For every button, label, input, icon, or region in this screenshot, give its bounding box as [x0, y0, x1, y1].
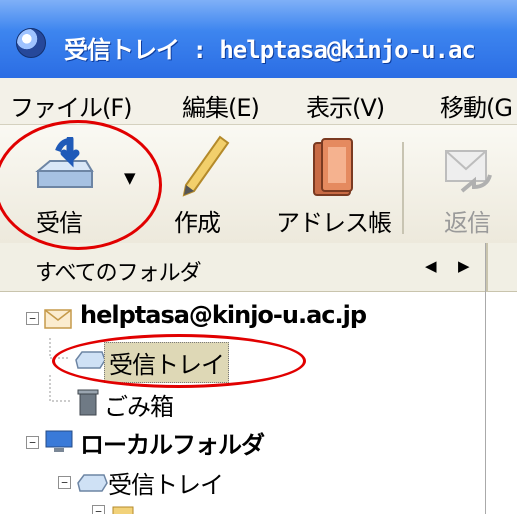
- tree-trash[interactable]: ごみ箱: [0, 375, 485, 421]
- reply-icon: [445, 150, 492, 193]
- toolbar-separator: [402, 142, 404, 234]
- thunderbird-app-icon: [16, 28, 46, 58]
- trash-label: ごみ箱: [104, 393, 174, 421]
- addressbook-label: アドレス帳: [276, 209, 392, 237]
- tree-connector-2: [49, 375, 70, 402]
- thread-pane-header: [486, 243, 517, 292]
- tree-local-inbox[interactable]: − 受信トレイ: [0, 461, 485, 501]
- folder-icon: [112, 506, 134, 514]
- collapse-icon-3[interactable]: −: [58, 476, 71, 489]
- menu-edit[interactable]: 編集(E): [182, 88, 260, 123]
- thread-pane: [486, 243, 517, 514]
- folder-view-label: すべてのフォルダ: [35, 261, 202, 286]
- menu-view[interactable]: 表示(V): [306, 88, 385, 123]
- computer-icon: [45, 430, 73, 452]
- inbox-tray-icon-2: [77, 474, 108, 492]
- address-book-icon: [313, 138, 353, 196]
- reply-label: 返信: [444, 209, 491, 237]
- account-name: helptasa@kinjo-u.ac.jp: [80, 301, 367, 329]
- compose-button[interactable]: 作成: [170, 125, 240, 243]
- chevron-right-icon[interactable]: ▶: [458, 257, 470, 275]
- collapse-icon[interactable]: −: [26, 312, 39, 325]
- menu-bar: ファイル(F) 編集(E) 表示(V) 移動(G: [0, 78, 517, 125]
- window-titlebar: 受信トレイ : helptasa@kinjo-u.ac: [0, 0, 517, 78]
- local-folders-label: ローカルフォルダ: [80, 431, 265, 459]
- folder-pane-header: すべてのフォルダ ◀ ▶: [0, 243, 485, 292]
- reply-button[interactable]: 返信: [418, 125, 517, 243]
- menu-file[interactable]: ファイル(F): [10, 88, 133, 123]
- mail-account-icon: [44, 309, 72, 329]
- tree-local-folders[interactable]: − ローカルフォルダ: [0, 421, 485, 461]
- tree-row-partial[interactable]: −: [0, 501, 485, 514]
- collapse-icon-2[interactable]: −: [26, 436, 39, 449]
- menu-go[interactable]: 移動(G: [440, 88, 513, 123]
- window-title: 受信トレイ : helptasa@kinjo-u.ac: [64, 36, 476, 64]
- chevron-left-icon[interactable]: ◀: [425, 257, 437, 275]
- highlight-oval-receive: [0, 120, 162, 250]
- local-inbox-label: 受信トレイ: [108, 471, 224, 499]
- highlight-oval-inbox: [52, 334, 306, 388]
- trash-icon: [77, 389, 99, 416]
- compose-label: 作成: [174, 209, 221, 237]
- addressbook-button[interactable]: アドレス帳: [272, 125, 392, 243]
- tree-account[interactable]: − helptasa@kinjo-u.ac.jp: [0, 295, 485, 335]
- pencil-icon: [182, 135, 230, 197]
- collapse-icon-4[interactable]: −: [92, 505, 105, 514]
